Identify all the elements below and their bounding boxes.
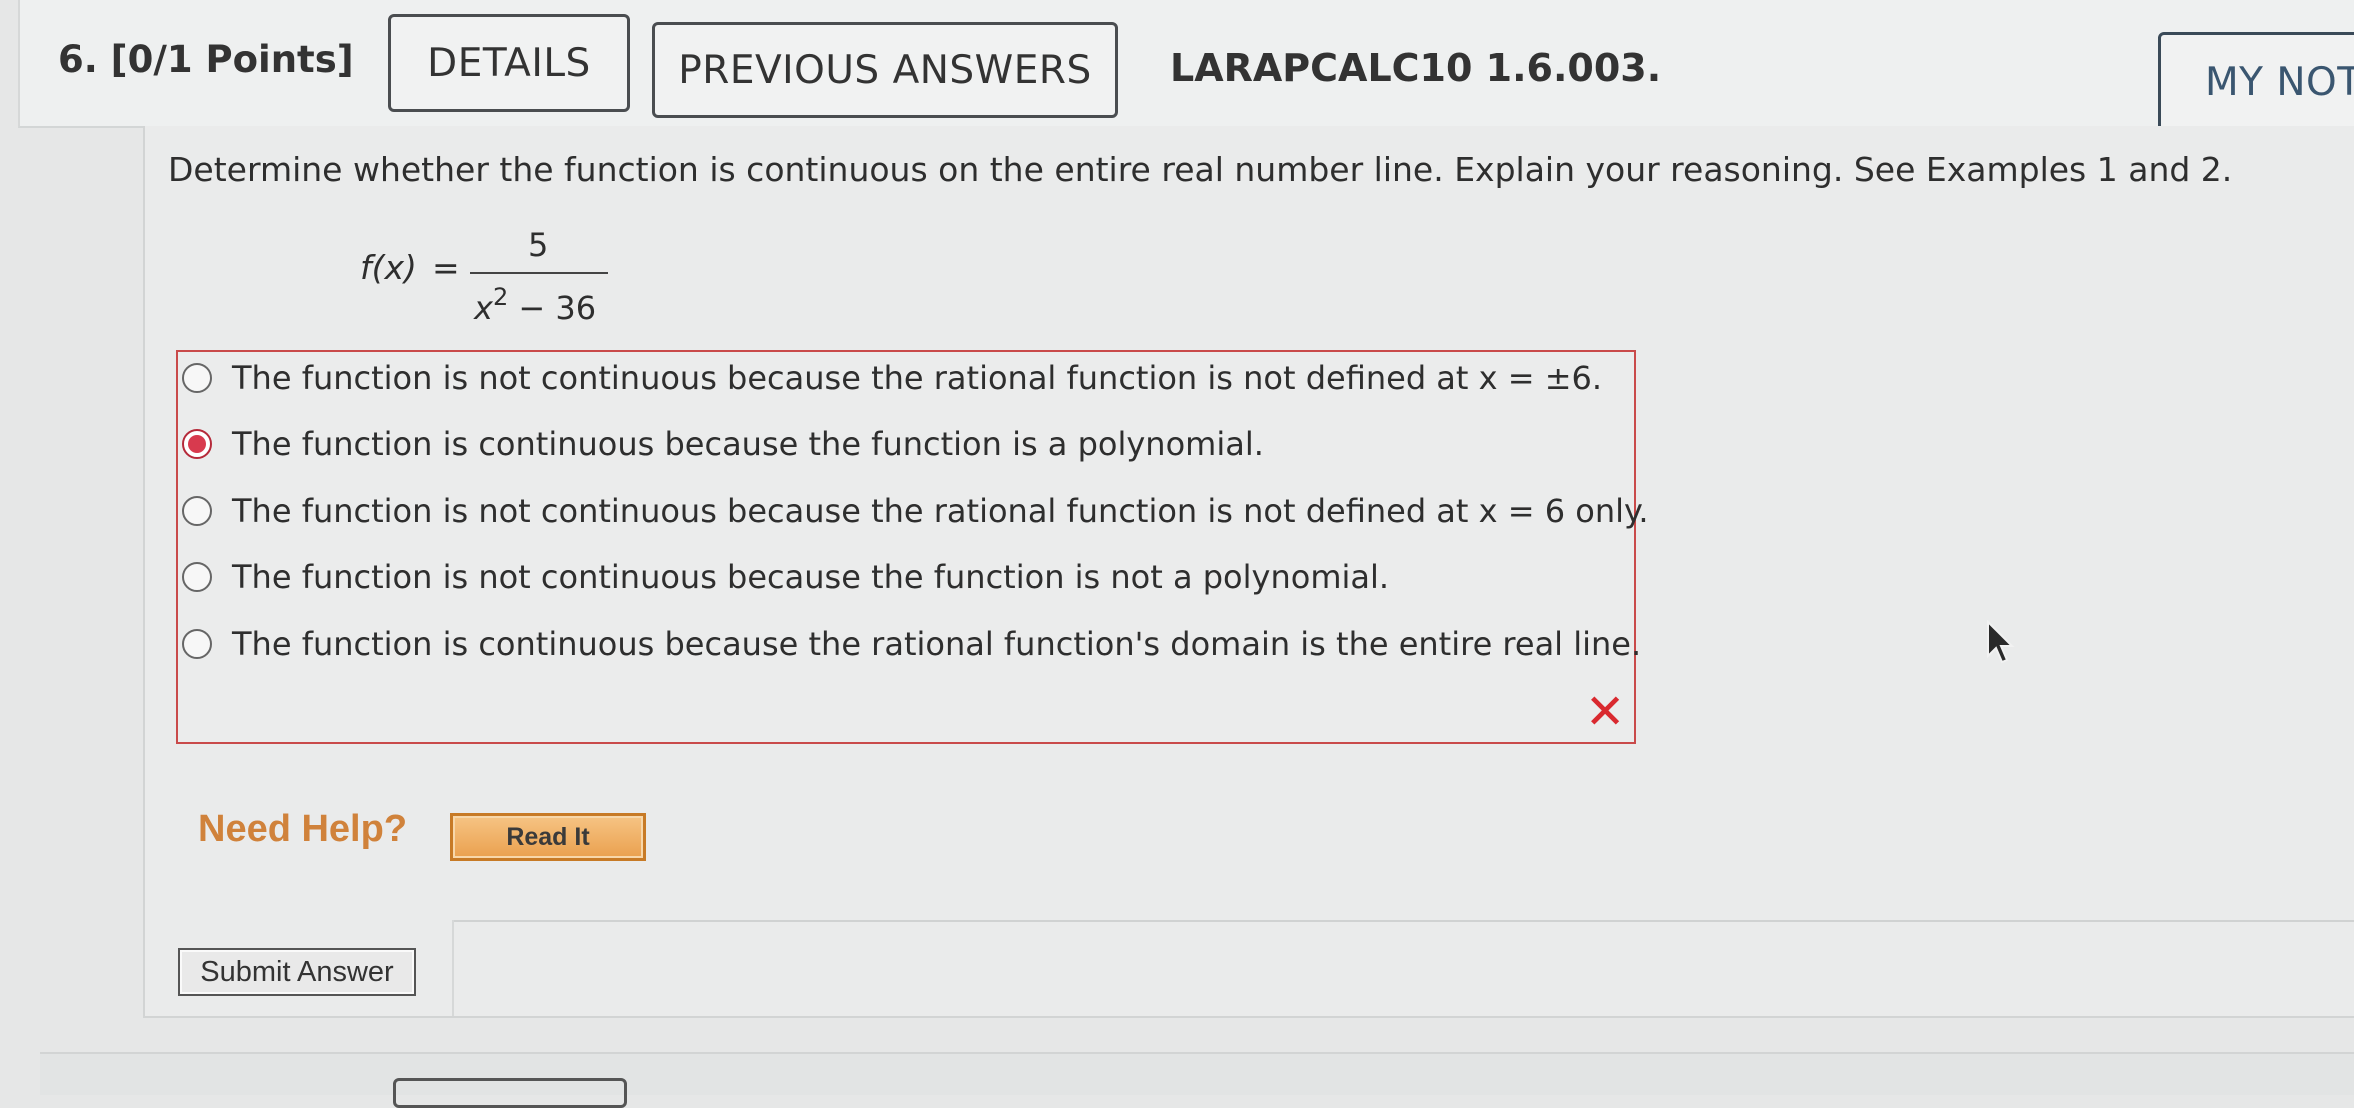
radio-button[interactable]	[182, 629, 212, 659]
divider	[452, 920, 2354, 922]
answer-option[interactable]: The function is not continuous because t…	[182, 555, 1389, 599]
previous-answers-button[interactable]: PREVIOUS ANSWERS	[652, 22, 1118, 118]
mouse-cursor-icon	[1987, 620, 2015, 664]
option-text: The function is continuous because the f…	[232, 425, 1264, 463]
answer-choices-box	[176, 350, 1636, 744]
option-text: The function is continuous because the r…	[232, 625, 1642, 663]
fraction-bar	[470, 272, 608, 274]
denominator-exponent: 2	[492, 283, 509, 311]
my-notes-button[interactable]: MY NOT	[2158, 32, 2354, 132]
answer-option[interactable]: The function is continuous because the f…	[182, 422, 1264, 466]
read-it-button[interactable]: Read It	[450, 813, 646, 861]
next-question-header	[40, 1052, 2354, 1095]
incorrect-x-icon: ✕	[1585, 684, 1626, 740]
answer-option[interactable]: The function is not continuous because t…	[182, 356, 1602, 400]
option-text: The function is not continuous because t…	[232, 359, 1603, 397]
radio-button[interactable]	[182, 562, 212, 592]
option-text: The function is not continuous because t…	[232, 558, 1390, 596]
function-lhs: f(x)	[360, 248, 417, 287]
denominator-variable: x	[474, 289, 493, 327]
next-question-button-edge[interactable]	[393, 1078, 627, 1108]
radio-button[interactable]	[182, 363, 212, 393]
question-number: 6. [0/1 Points]	[58, 38, 354, 81]
radio-button-selected[interactable]	[182, 429, 212, 459]
details-button[interactable]: DETAILS	[388, 14, 630, 112]
denominator-constant: − 36	[508, 289, 597, 327]
need-help-label: Need Help?	[198, 808, 408, 850]
submit-answer-button[interactable]: Submit Answer	[178, 948, 416, 996]
answer-option[interactable]: The function is continuous because the r…	[182, 622, 1641, 666]
equals-sign: =	[432, 248, 460, 287]
option-text: The function is not continuous because t…	[232, 492, 1649, 530]
question-id: LARAPCALC10 1.6.003.	[1170, 46, 1662, 90]
fraction-denominator: x2 − 36	[474, 283, 596, 327]
divider	[452, 920, 454, 1016]
fraction-numerator: 5	[528, 226, 549, 264]
question-prompt: Determine whether the function is contin…	[168, 150, 2233, 189]
radio-button[interactable]	[182, 496, 212, 526]
answer-option[interactable]: The function is not continuous because t…	[182, 489, 1649, 533]
